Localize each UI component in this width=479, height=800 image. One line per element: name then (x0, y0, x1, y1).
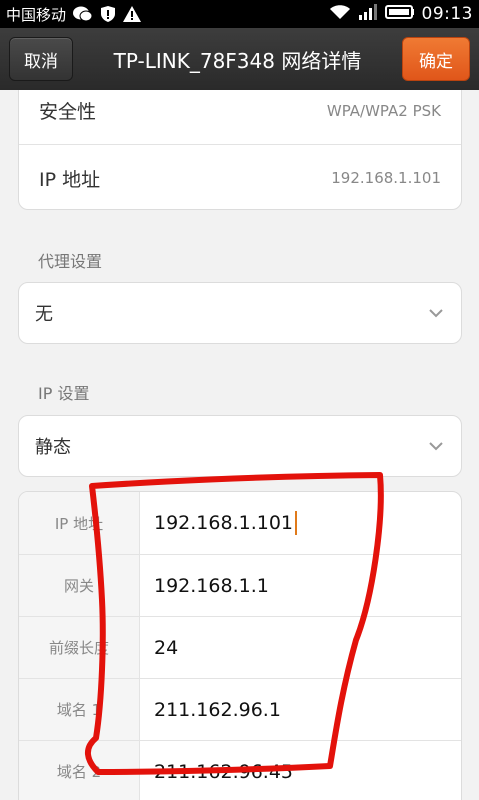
wechat-icon (72, 5, 94, 23)
cancel-button[interactable]: 取消 (9, 37, 73, 81)
ip-address-input-value: 192.168.1.101 (154, 512, 294, 534)
proxy-select[interactable]: 无 (18, 282, 462, 344)
ip-address-row: IP 地址 192.168.1.101 (19, 144, 461, 211)
dns2-field-label: 域名 2 (19, 741, 140, 800)
dns1-field-label: 域名 1 (19, 679, 140, 740)
prefix-length-field-row: 前缀长度 24 (19, 616, 461, 678)
clock: 09:13 (421, 4, 473, 24)
ip-address-field-row: IP 地址 192.168.1.101 (19, 492, 461, 554)
security-value: WPA/WPA2 PSK (326, 101, 441, 120)
signal-icon (358, 4, 378, 24)
prefix-length-field-label: 前缀长度 (19, 617, 140, 678)
text-cursor (295, 511, 298, 535)
network-info-card: 安全性 WPA/WPA2 PSK IP 地址 192.168.1.101 (18, 90, 462, 210)
confirm-button[interactable]: 确定 (402, 37, 470, 81)
chevron-down-icon (427, 304, 445, 322)
proxy-selected-value: 无 (35, 304, 53, 325)
gateway-field-label: 网关 (19, 555, 140, 616)
static-ip-form: IP 地址 192.168.1.101 网关 192.168.1.1 前缀长度 … (18, 491, 462, 800)
dns2-field-row: 域名 2 211.162.96.45 (19, 740, 461, 800)
gateway-field-row: 网关 192.168.1.1 (19, 554, 461, 616)
gateway-input[interactable]: 192.168.1.1 (140, 555, 461, 616)
status-bar: 中国移动 09:13 (0, 0, 479, 28)
security-label: 安全性 (39, 101, 97, 123)
warning-icon (122, 5, 142, 23)
prefix-length-input[interactable]: 24 (140, 617, 461, 678)
ip-settings-section-label: IP 设置 (38, 384, 90, 403)
carrier-name: 中国移动 (6, 5, 67, 24)
chevron-down-icon (427, 437, 445, 455)
title-bar: 取消 TP-LINK_78F348 网络详情 确定 (0, 28, 479, 90)
dns2-input[interactable]: 211.162.96.45 (140, 741, 461, 800)
network-details-content[interactable]: 安全性 WPA/WPA2 PSK IP 地址 192.168.1.101 代理设… (0, 90, 479, 800)
ip-address-input[interactable]: 192.168.1.101 (140, 492, 461, 554)
battery-icon (384, 4, 415, 24)
dns1-input[interactable]: 211.162.96.1 (140, 679, 461, 740)
ip-address-field-label: IP 地址 (19, 492, 140, 554)
ip-address-label: IP 地址 (39, 168, 101, 191)
page-title: TP-LINK_78F348 网络详情 (113, 48, 362, 73)
proxy-section-label: 代理设置 (38, 252, 103, 271)
shield-icon (100, 5, 116, 23)
wifi-icon (329, 4, 351, 24)
security-row: 安全性 WPA/WPA2 PSK (19, 90, 461, 144)
ip-settings-selected-value: 静态 (35, 437, 71, 458)
ip-settings-select[interactable]: 静态 (18, 415, 462, 477)
ip-address-value: 192.168.1.101 (331, 169, 441, 187)
dns1-field-row: 域名 1 211.162.96.1 (19, 678, 461, 740)
